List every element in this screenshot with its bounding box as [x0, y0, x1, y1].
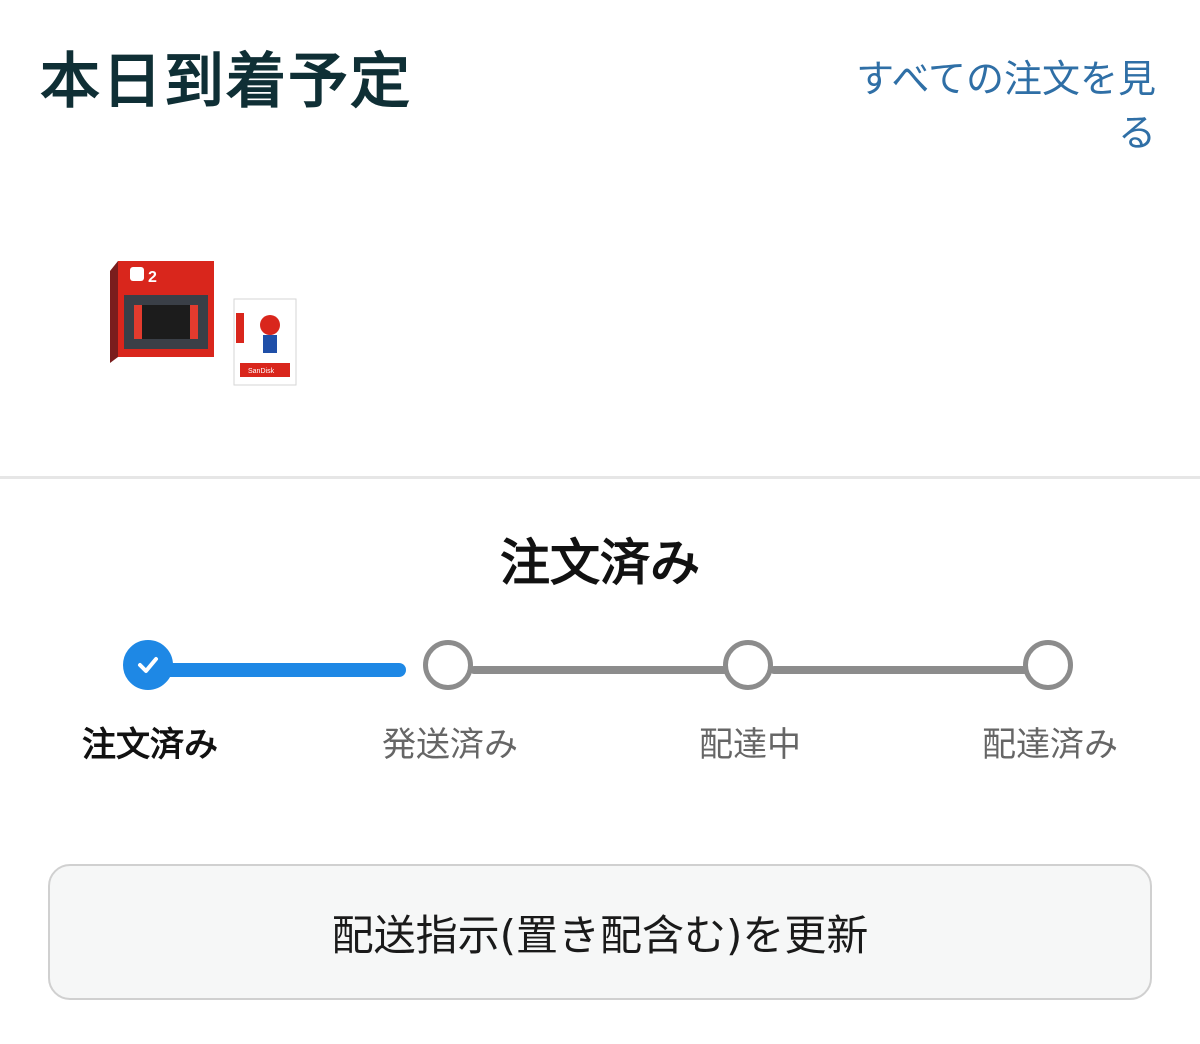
- check-icon: [138, 657, 158, 673]
- progress-tracker: [0, 630, 1200, 710]
- status-title: 注文済み: [500, 534, 700, 592]
- progress-bar-filled: [150, 663, 406, 677]
- step-label-delivered: 配達済み: [982, 725, 1118, 765]
- step-label-shipped: 発送済み: [382, 725, 518, 765]
- progress-bar-segment-3: [770, 666, 1030, 674]
- step-out-for-delivery-dot: [723, 640, 773, 690]
- step-label-out-for-delivery: 配達中: [699, 725, 801, 765]
- switch-box-text: 2: [148, 269, 157, 286]
- progress-bar-segment-2: [470, 666, 730, 674]
- see-all-orders-link[interactable]: すべての注文を見る: [826, 52, 1156, 160]
- step-ordered-dot: [123, 640, 173, 690]
- switch-console: [134, 305, 198, 339]
- page-title: 本日到着予定: [40, 47, 412, 117]
- step-shipped-dot: [423, 640, 473, 690]
- step-delivered-dot: [1023, 640, 1073, 690]
- sd-card-brand: SanDisk: [248, 368, 275, 375]
- switch-box-side: [110, 261, 118, 363]
- step-label-ordered: 注文済み: [82, 725, 218, 765]
- section-divider: [0, 476, 1200, 479]
- update-delivery-instructions-button[interactable]: 配送指示(置き配含む)を更新: [48, 864, 1152, 1000]
- product-thumbnail[interactable]: 2 SanDisk: [100, 255, 310, 390]
